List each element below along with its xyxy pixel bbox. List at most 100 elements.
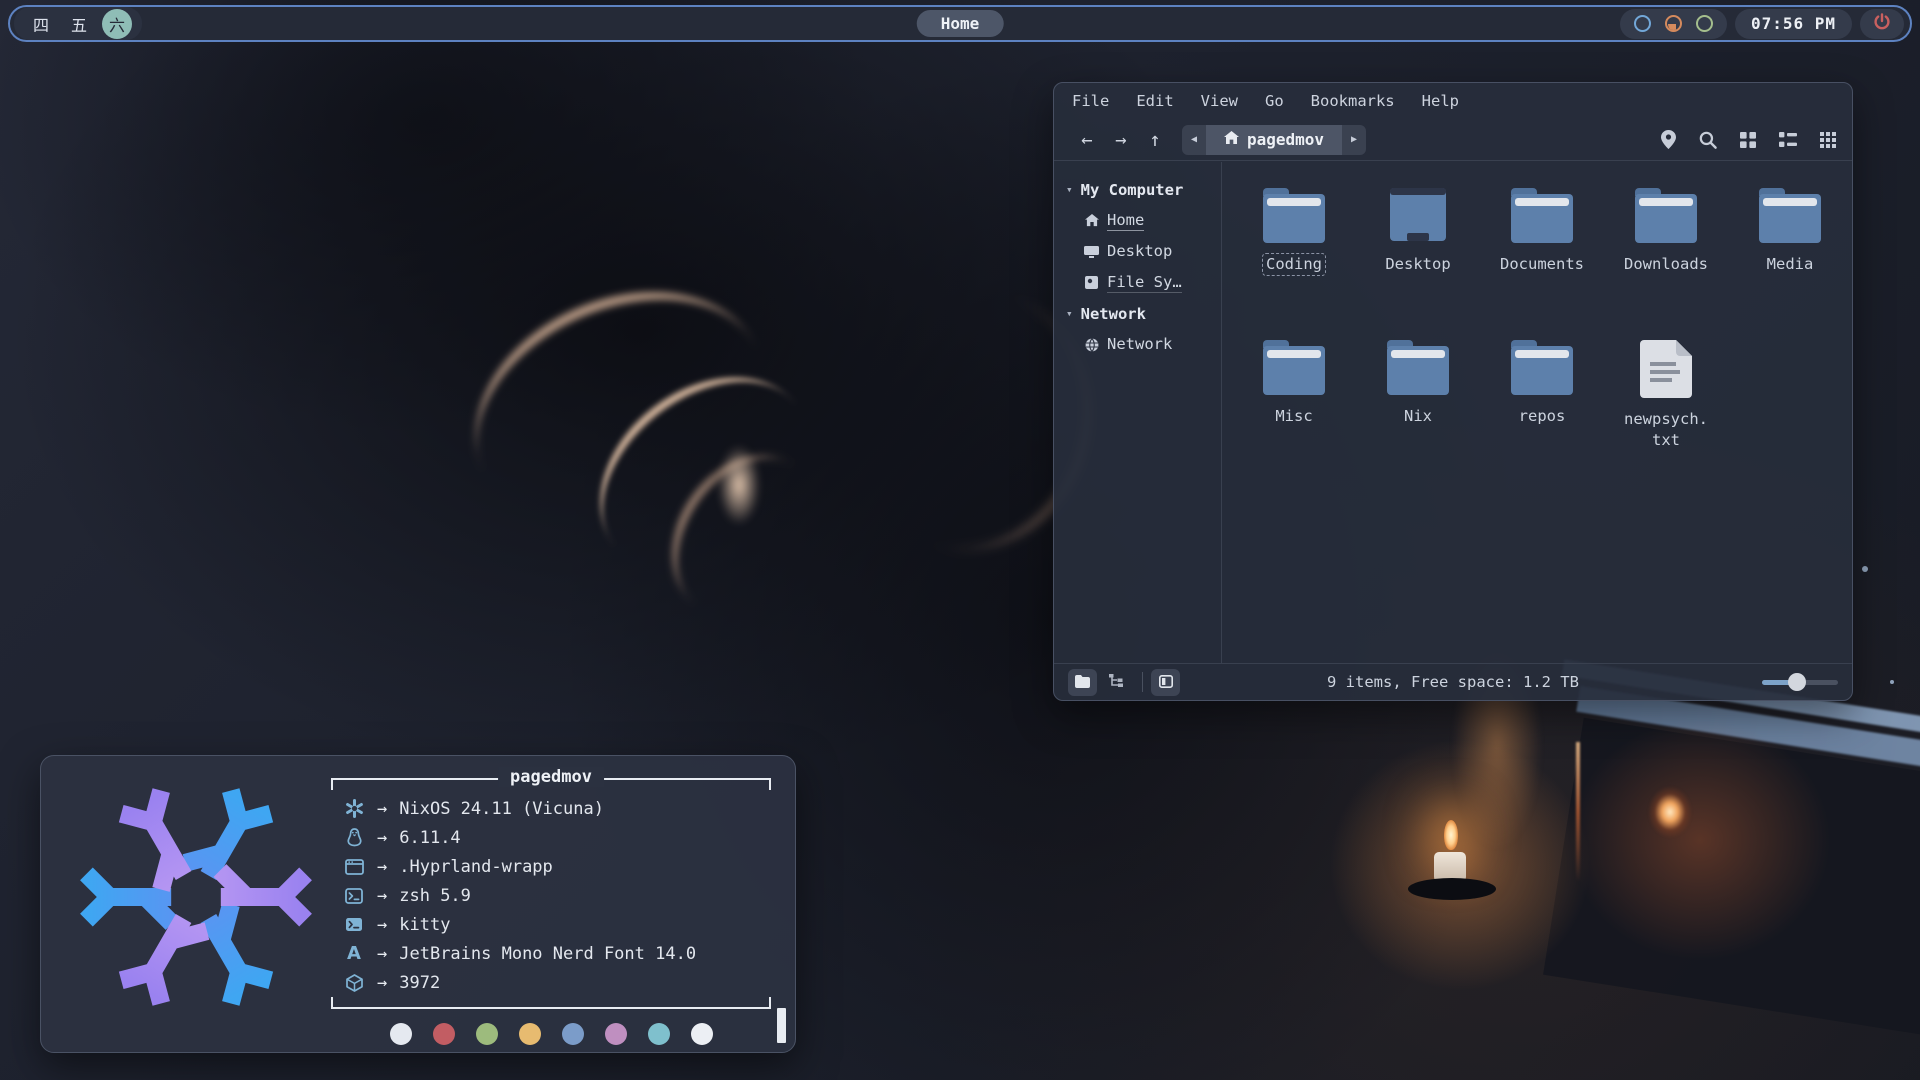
sidebar-item-label: Desktop — [1107, 242, 1172, 261]
file-repos[interactable]: repos — [1480, 340, 1604, 492]
menu-go[interactable]: Go — [1265, 92, 1284, 110]
wallpaper-candle-streak — [1576, 742, 1580, 882]
kernel-penguin-icon — [341, 828, 367, 847]
fetch-terminal-window: pagedmov → NixOS 24.11 (Vicuna) → 6.11.4 — [40, 755, 796, 1053]
home-icon — [1224, 130, 1239, 149]
workspace-6-active[interactable]: 六 — [102, 9, 132, 39]
folder-icon — [1261, 340, 1327, 399]
top-bar: 四 五 六 Home 07:56 PM — [8, 5, 1912, 42]
tray-circle-blue-icon[interactable] — [1634, 15, 1651, 32]
wallpaper-blue-beam — [1576, 686, 1920, 796]
arrow-glyph: → — [377, 915, 387, 935]
desktop-folder-icon — [1385, 188, 1451, 247]
sidebar-item-desktop[interactable]: Desktop — [1083, 236, 1221, 267]
file-label: Coding — [1262, 253, 1326, 276]
file-documents[interactable]: Documents — [1480, 188, 1604, 340]
sidebar-item-home[interactable]: Home — [1083, 205, 1221, 236]
sidebar-item-label: Home — [1107, 211, 1144, 231]
compact-view-button[interactable] — [1820, 132, 1836, 148]
file-nix[interactable]: Nix — [1356, 340, 1480, 492]
wallpaper-window-frame — [1543, 718, 1920, 1062]
focused-window-title: Home — [917, 10, 1004, 37]
zoom-slider[interactable] — [1762, 680, 1838, 685]
up-icon: ↑ — [1149, 129, 1160, 151]
workspace-4[interactable]: 四 — [26, 9, 56, 39]
fetch-row-os: → NixOS 24.11 (Vicuna) — [341, 794, 771, 823]
drive-icon — [1083, 276, 1100, 289]
menu-edit[interactable]: Edit — [1136, 92, 1173, 110]
icon-view-button[interactable] — [1740, 132, 1756, 148]
chevron-left-icon: ◀ — [1191, 134, 1197, 145]
fetch-info-panel: pagedmov → NixOS 24.11 (Vicuna) → 6.11.4 — [331, 778, 771, 1045]
nix-flake-icon — [341, 799, 367, 818]
workspace-5[interactable]: 五 — [64, 9, 94, 39]
clock[interactable]: 07:56 PM — [1735, 9, 1852, 39]
divider — [1142, 672, 1143, 692]
palette-dot-green — [476, 1023, 498, 1045]
power-icon — [1873, 13, 1891, 35]
box-corner — [331, 997, 333, 1009]
file-downloads[interactable]: Downloads — [1604, 188, 1728, 340]
file-manager-body: ▾ My Computer Home Desktop File Sy… — [1054, 162, 1852, 663]
sidebar-item-file-system[interactable]: File Sy… — [1083, 267, 1221, 298]
tray-circle-green-icon[interactable] — [1696, 15, 1713, 32]
palette-dot-white — [390, 1023, 412, 1045]
side-pane-icon — [1159, 673, 1173, 692]
wallpaper-hair-highlight — [562, 337, 848, 613]
zoom-slider-knob[interactable] — [1788, 673, 1806, 691]
palette-dot-blue — [562, 1023, 584, 1045]
box-corner — [331, 778, 333, 790]
places-pane-button[interactable] — [1068, 669, 1097, 696]
fetch-info-box: pagedmov → NixOS 24.11 (Vicuna) → 6.11.4 — [331, 778, 771, 1009]
forward-button[interactable]: → — [1104, 126, 1138, 154]
toolbar: ← → ↑ ◀ pagedmov ▶ — [1054, 119, 1852, 161]
arrow-glyph: → — [377, 828, 387, 848]
location-pin-button[interactable] — [1661, 130, 1676, 149]
directory-tree-button[interactable] — [1101, 669, 1130, 696]
wallpaper-candle-glow — [1330, 740, 1590, 990]
path-scroll-right-button[interactable]: ▶ — [1342, 125, 1366, 155]
bar-right-modules: 07:56 PM — [1620, 9, 1904, 39]
sidebar-section-network[interactable]: ▾ Network — [1066, 298, 1221, 329]
menu-view[interactable]: View — [1201, 92, 1238, 110]
up-button[interactable]: ↑ — [1138, 126, 1172, 154]
toggle-side-pane-button[interactable] — [1151, 669, 1180, 696]
sidebar-section-label: Network — [1081, 305, 1146, 323]
file-misc[interactable]: Misc — [1232, 340, 1356, 492]
fetch-row-terminal: → kitty — [341, 910, 771, 939]
file-desktop[interactable]: Desktop — [1356, 188, 1480, 340]
file-label: newpsych.txt — [1618, 408, 1714, 452]
back-button[interactable]: ← — [1070, 126, 1104, 154]
path-scroll-left-button[interactable]: ◀ — [1182, 125, 1206, 155]
wallpaper-speck — [1890, 680, 1894, 684]
sidebar-section-my-computer[interactable]: ▾ My Computer — [1066, 174, 1221, 205]
path-segment-current[interactable]: pagedmov — [1206, 125, 1342, 155]
sidebar-item-label: File Sy… — [1107, 273, 1182, 293]
sidebar-item-network[interactable]: Network — [1083, 329, 1221, 360]
window-manager-icon — [341, 859, 367, 875]
file-label: Downloads — [1620, 253, 1712, 276]
terminal-filled-icon — [341, 918, 367, 931]
wallpaper-candle-bowl — [1408, 878, 1496, 900]
workspace-switcher: 四 五 六 — [14, 7, 142, 40]
fetch-terminal-value: kitty — [399, 915, 450, 935]
search-button[interactable] — [1699, 131, 1717, 149]
list-view-button[interactable] — [1779, 132, 1797, 148]
menu-file[interactable]: File — [1072, 92, 1109, 110]
file-coding[interactable]: Coding — [1232, 188, 1356, 340]
file-label: repos — [1515, 405, 1570, 428]
fetch-username: pagedmov — [498, 767, 604, 787]
folder-pane-icon — [1075, 673, 1090, 692]
power-button[interactable] — [1860, 9, 1904, 39]
menu-bookmarks[interactable]: Bookmarks — [1311, 92, 1395, 110]
folder-icon — [1633, 188, 1699, 247]
file-label: Misc — [1271, 405, 1316, 428]
chevron-right-icon: ▶ — [1351, 134, 1357, 145]
menu-help[interactable]: Help — [1422, 92, 1459, 110]
tray-record-orange-icon[interactable] — [1665, 15, 1682, 32]
file-newpsych-txt[interactable]: newpsych.txt — [1604, 340, 1728, 492]
wallpaper-speck — [1862, 566, 1868, 572]
back-icon: ← — [1081, 129, 1092, 151]
file-media[interactable]: Media — [1728, 188, 1852, 340]
folder-icon — [1509, 340, 1575, 399]
